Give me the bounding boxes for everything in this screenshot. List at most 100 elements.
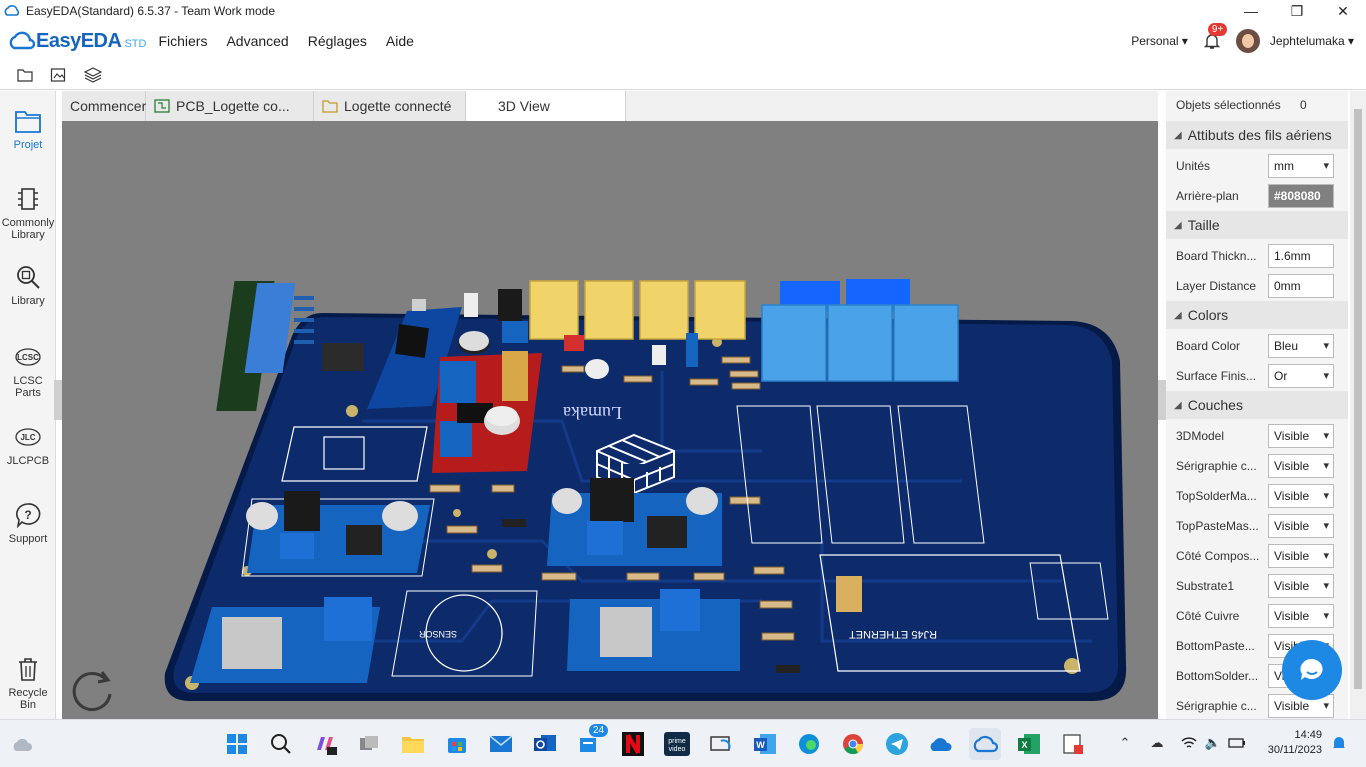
tab-commencer[interactable]: Commencer xyxy=(62,91,146,121)
lcsc-icon: LCSC xyxy=(15,348,41,366)
reset-view-icon[interactable] xyxy=(68,666,116,714)
layer-visibility-select[interactable]: Visible xyxy=(1268,514,1334,538)
sidebar-item-support[interactable]: ? Support xyxy=(0,501,56,545)
close-button[interactable]: ✕ xyxy=(1320,0,1366,22)
3d-viewport[interactable]: Lumaka SENSOR RJ45 ETHERNET xyxy=(62,121,1158,719)
units-select[interactable]: mm xyxy=(1268,154,1334,178)
pcb-3d-render: Lumaka SENSOR RJ45 ETHERNET xyxy=(164,279,1127,701)
taskbar-task-view[interactable] xyxy=(353,728,385,760)
taskbar-chrome[interactable] xyxy=(837,728,869,760)
tab-logette-connecte[interactable]: Logette connecté xyxy=(314,91,466,121)
thickness-input[interactable]: 1.6mm xyxy=(1268,244,1334,268)
layer-label: Côté Cuivre xyxy=(1176,609,1240,623)
thickness-row: Board Thickn... 1.6mm xyxy=(1166,241,1348,271)
layer-visibility-select[interactable]: Visible xyxy=(1268,574,1334,598)
folder-icon xyxy=(17,68,33,82)
sidebar-item-recycle-bin[interactable]: Recycle Bin xyxy=(0,655,56,711)
user-menu[interactable]: Jephtelumaka ▾ xyxy=(1270,34,1354,48)
taskbar-prime-video[interactable]: prime video xyxy=(661,728,693,760)
layers-icon xyxy=(84,66,102,83)
layer-visibility-select[interactable]: Visible xyxy=(1268,454,1334,478)
taskbar-mail[interactable] xyxy=(485,728,517,760)
taskbar-tool[interactable] xyxy=(1057,728,1089,760)
layer-distance-input[interactable]: 0mm xyxy=(1268,274,1334,298)
section-size[interactable]: ◢ Taille xyxy=(1166,211,1348,239)
minimize-button[interactable]: — xyxy=(1228,0,1274,22)
sidebar-item-library[interactable]: Library xyxy=(0,263,56,307)
menu-reglages[interactable]: Réglages xyxy=(308,33,367,49)
collapse-caret-icon: ◢ xyxy=(1174,219,1182,231)
word-icon: W xyxy=(754,734,776,754)
scrollbar-thumb[interactable] xyxy=(1354,109,1362,689)
taskbar-search[interactable] xyxy=(265,728,297,760)
layers-button[interactable] xyxy=(82,64,104,86)
trash-icon xyxy=(19,658,37,681)
board-silk-lumaka: Lumaka xyxy=(563,403,622,423)
left-sidebar: Projet Commonly Library Library LCSC LCS… xyxy=(0,91,56,719)
svg-text:prime: prime xyxy=(668,738,686,745)
sidebar-item-lcsc-parts[interactable]: LCSC LCSC Parts xyxy=(0,343,56,399)
sidebar-item-jlcpcb[interactable]: JLC JLCPCB xyxy=(0,423,56,467)
taskbar-clock[interactable]: 14:49 30/11/2023 xyxy=(1268,728,1322,758)
menu-advanced[interactable]: Advanced xyxy=(226,33,288,49)
tray-cloud-icon[interactable]: ☁ xyxy=(1148,734,1166,752)
layer-row: TopPasteMas... Visible xyxy=(1166,511,1348,541)
taskbar-store[interactable] xyxy=(441,728,473,760)
selected-objects-label: Objets sélectionnés xyxy=(1176,98,1281,112)
layer-visibility-select[interactable]: Visible xyxy=(1268,544,1334,568)
tab-3d-view[interactable]: 3D View xyxy=(466,91,626,121)
layer-visibility-select[interactable]: Visible xyxy=(1268,604,1334,628)
title-bar: EasyEDA(Standard) 6.5.37 - Team Work mod… xyxy=(0,0,1366,22)
sidebar-item-projet[interactable]: Projet xyxy=(0,107,56,151)
left-panel-collapse-handle[interactable] xyxy=(54,380,62,420)
tray-notification-bell-icon[interactable] xyxy=(1330,734,1348,752)
notification-button[interactable]: 9+ xyxy=(1202,23,1228,51)
layer-visibility-select[interactable]: Visible xyxy=(1268,484,1334,508)
taskbar-copilot[interactable] xyxy=(309,728,341,760)
section-wire-attributes[interactable]: ◢ Attibuts des fils aériens xyxy=(1166,121,1348,149)
chat-support-button[interactable] xyxy=(1282,640,1342,700)
tab-label: 3D View xyxy=(498,98,550,114)
pcb-icon xyxy=(154,99,170,113)
taskbar-teams[interactable]: 24 xyxy=(573,724,609,760)
layer-row: Côté Cuivre Visible xyxy=(1166,601,1348,631)
tray-volume-muted-icon[interactable]: 🔈 xyxy=(1204,734,1222,752)
taskbar-edge[interactable] xyxy=(793,728,825,760)
sidebar-item-commonly-library[interactable]: Commonly Library xyxy=(0,185,56,241)
cloud-logo-icon xyxy=(9,31,36,50)
section-layers[interactable]: ◢ Couches xyxy=(1166,391,1348,419)
taskbar-onedrive[interactable] xyxy=(925,728,957,760)
board-color-select[interactable]: Bleu xyxy=(1268,334,1334,358)
taskbar-outlook[interactable] xyxy=(529,728,561,760)
weather-widget[interactable] xyxy=(6,728,38,760)
taskbar-word[interactable]: W xyxy=(749,728,781,760)
section-colors[interactable]: ◢ Colors xyxy=(1166,301,1348,329)
taskbar-excel[interactable]: X xyxy=(1013,728,1045,760)
background-color-field[interactable]: #808080 xyxy=(1268,184,1334,208)
layer-visibility-select[interactable]: Visible xyxy=(1268,424,1334,448)
panel-scrollbar[interactable] xyxy=(1350,91,1366,719)
tray-chevron-up-icon[interactable]: ⌃ xyxy=(1116,734,1134,752)
layer-label: TopPasteMas... xyxy=(1176,519,1259,533)
tab-pcb-logette[interactable]: PCB_Logette co... xyxy=(146,91,314,121)
workspace-dropdown[interactable]: Personal ▾ xyxy=(1131,34,1188,48)
help-icon: ? xyxy=(16,503,41,528)
taskbar-file-explorer[interactable] xyxy=(397,728,429,760)
chip-icon xyxy=(18,188,38,210)
start-button[interactable] xyxy=(221,728,253,760)
account-area: Personal ▾ 9+ Jephtelumaka ▾ xyxy=(1131,22,1354,60)
tray-battery-icon[interactable] xyxy=(1228,734,1246,752)
taskbar-netflix[interactable] xyxy=(617,728,649,760)
right-panel-collapse-handle[interactable] xyxy=(1158,380,1166,420)
maximize-button[interactable]: ❐ xyxy=(1274,0,1320,22)
menu-fichiers[interactable]: Fichiers xyxy=(158,33,207,49)
menu-aide[interactable]: Aide xyxy=(386,33,414,49)
tray-wifi-icon[interactable] xyxy=(1180,734,1198,752)
surface-finish-select[interactable]: Or xyxy=(1268,364,1334,388)
export-button[interactable] xyxy=(48,64,70,86)
taskbar-easyeda[interactable] xyxy=(969,728,1001,760)
open-folder-button[interactable] xyxy=(14,64,36,86)
taskbar-telegram[interactable] xyxy=(881,728,913,760)
avatar[interactable] xyxy=(1235,29,1260,53)
taskbar-connect[interactable] xyxy=(705,728,737,760)
